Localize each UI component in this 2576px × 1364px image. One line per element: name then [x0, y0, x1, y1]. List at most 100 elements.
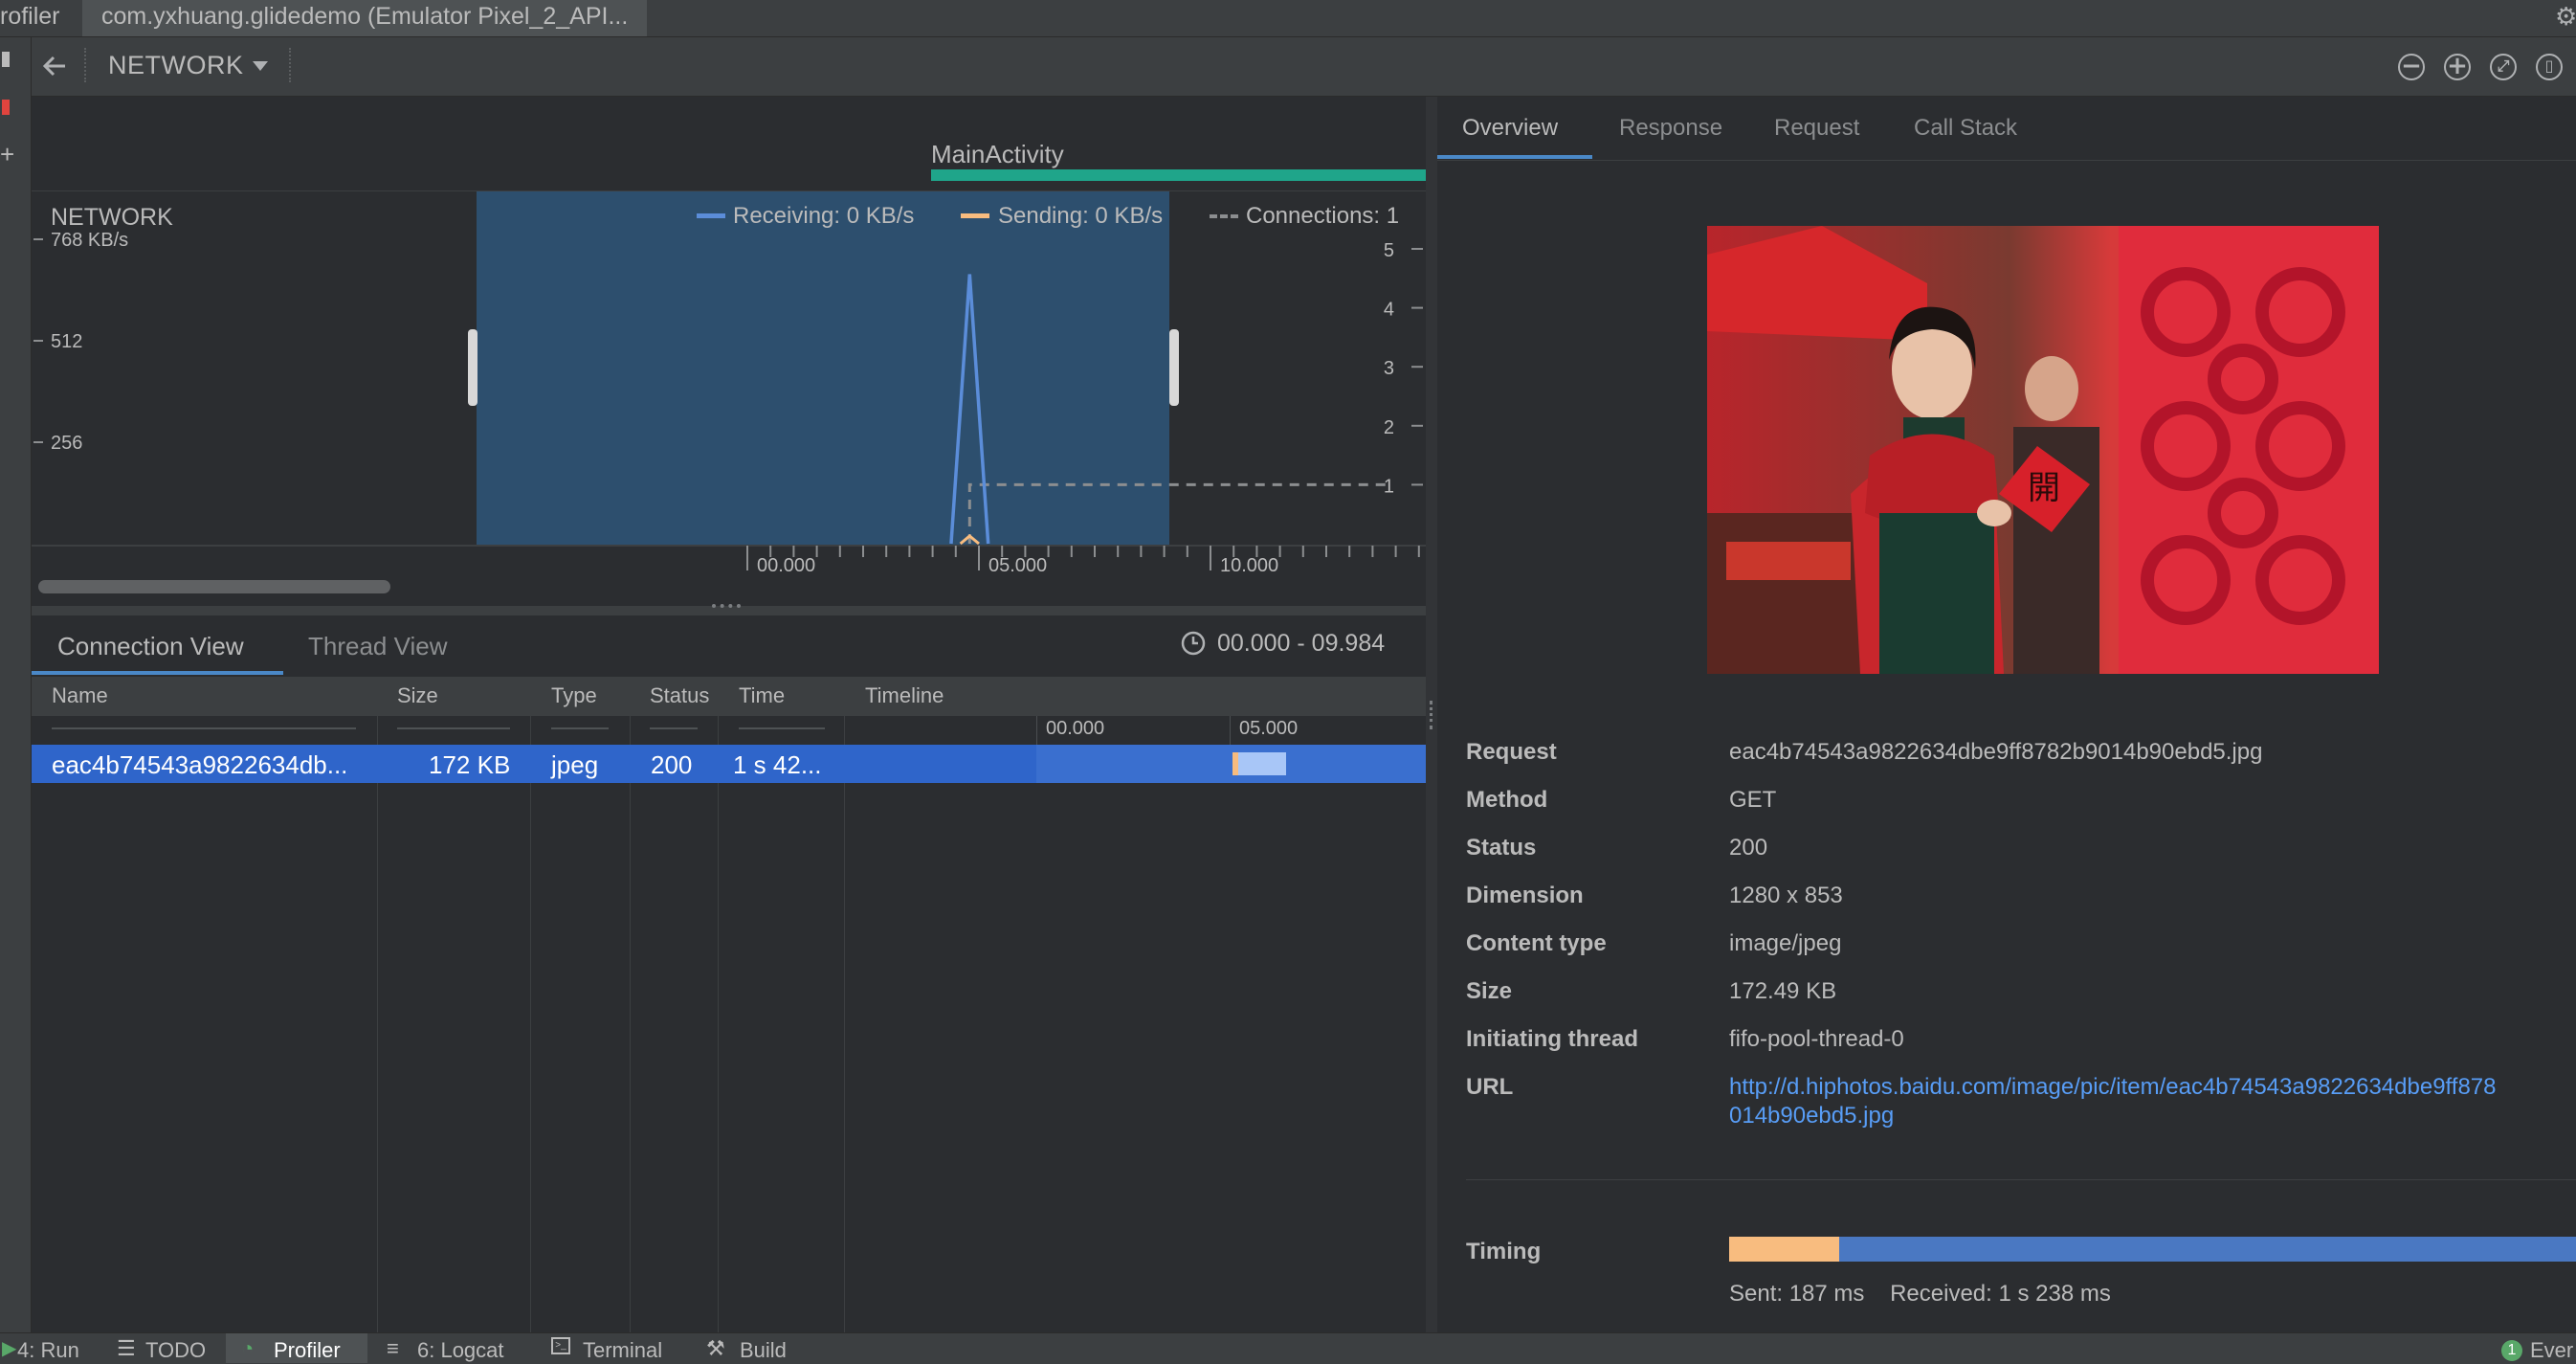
run-icon: ▶: [2, 1338, 17, 1359]
tab-call-stack[interactable]: Call Stack: [1914, 115, 2017, 142]
field-label-status: Status: [1466, 835, 1537, 861]
tab-response[interactable]: Response: [1619, 115, 1722, 142]
field-label-request: Request: [1466, 739, 1557, 765]
field-value-content-type: image/jpeg: [1729, 930, 1842, 956]
splitter-grip-icon[interactable]: [1430, 701, 1432, 729]
column-header-status[interactable]: Status: [650, 683, 709, 708]
activity-name: MainActivity: [931, 140, 1064, 168]
legend-receiving: Receiving: 0 KB/s: [733, 203, 915, 229]
timeline-tick-label: 05.000: [1239, 718, 1299, 739]
build-hammer-icon: ⚒: [706, 1336, 725, 1360]
monitor-selector-label[interactable]: NETWORK: [108, 51, 244, 80]
attach-live-icon[interactable]: ▯: [2536, 54, 2563, 80]
url-link-line2[interactable]: 014b90ebd5.jpg: [1729, 1103, 1894, 1129]
response-image-preview: 開: [1707, 226, 2379, 674]
timing-text: Sent: 187 ms Received: 1 s 238 ms: [1729, 1281, 2111, 1307]
toolbar-separator: [289, 48, 292, 82]
active-tab-indicator: [32, 671, 283, 675]
filter-underline: [551, 727, 609, 729]
y-left-tick-label: 256: [51, 433, 82, 454]
session-tab[interactable]: com.yxhuang.glidedemo (Emulator Pixel_2_…: [82, 0, 647, 36]
field-value-size: 172.49 KB: [1729, 978, 1837, 1004]
field-label-content-type: Content type: [1466, 930, 1607, 956]
connections-series-line: [967, 482, 1390, 544]
legend-sending: Sending: 0 KB/s: [998, 203, 1164, 229]
toolwindow-todo[interactable]: TODO: [145, 1338, 206, 1363]
x-tick-label: 10.000: [1220, 555, 1278, 574]
dropdown-icon[interactable]: [251, 59, 270, 73]
column-header-type[interactable]: Type: [551, 683, 597, 708]
network-chart-svg: 768 KB/s5122565432100.00005.00010.00015: [32, 230, 1426, 574]
toolwindow-run[interactable]: 4: Run: [17, 1338, 79, 1363]
zoom-in-icon[interactable]: +: [2444, 54, 2471, 80]
filter-underline: [52, 727, 356, 729]
field-label-method: Method: [1466, 787, 1548, 813]
y-right-tick-label: 5: [1384, 240, 1394, 261]
reset-zoom-icon[interactable]: ⤢: [2490, 54, 2517, 80]
profiler-toolbar: [32, 37, 2576, 97]
event-count-badge[interactable]: 1: [2501, 1340, 2522, 1361]
timeline-tick-label: 00.000: [1046, 718, 1105, 739]
y-right-tick-label: 2: [1384, 417, 1394, 438]
toolwindow-terminal[interactable]: Terminal: [583, 1338, 662, 1363]
y-right-tick-label: 3: [1384, 358, 1394, 379]
tab-connection-view[interactable]: Connection View: [57, 632, 244, 661]
row-status-cell: 200: [651, 750, 693, 779]
selection-time-range: 00.000 - 09.984: [1217, 630, 1386, 657]
logcat-icon: ≡: [387, 1336, 399, 1360]
field-label-size: Size: [1466, 978, 1513, 1004]
active-tab-indicator: [1437, 155, 1592, 159]
field-value-initiating-thread: fifo-pool-thread-0: [1729, 1026, 1904, 1052]
url-link-line1[interactable]: http://d.hiphotos.baidu.com/image/pic/it…: [1729, 1074, 2497, 1101]
timing-sent-segment: [1729, 1237, 1840, 1262]
settings-gear-icon[interactable]: ⚙: [2555, 2, 2576, 32]
toolwindow-profiler[interactable]: Profiler: [274, 1338, 341, 1363]
column-header-size[interactable]: Size: [397, 683, 438, 708]
column-header-name[interactable]: Name: [52, 683, 108, 708]
row-type-cell: jpeg: [551, 750, 599, 779]
timing-bar: [1729, 1237, 2576, 1262]
x-tick-label: 00.000: [757, 555, 815, 574]
y-right-tick-label: 1: [1384, 476, 1394, 497]
toolwindow-logcat[interactable]: 6: Logcat: [417, 1338, 504, 1363]
tab-thread-view[interactable]: Thread View: [308, 632, 448, 661]
svg-text:開: 開: [2028, 469, 2060, 507]
add-session-icon[interactable]: +: [0, 140, 14, 169]
legend-receiving-swatch: [697, 213, 725, 218]
todo-icon: ☰: [117, 1336, 136, 1360]
activity-lifecycle-bar: [931, 169, 1426, 181]
tab-request[interactable]: Request: [1774, 115, 1859, 142]
legend-connections-swatch: [1210, 214, 1238, 218]
field-value-request: eac4b74543a9822634dbe9ff8782b9014b90ebd5…: [1729, 739, 2263, 765]
recording-indicator-icon[interactable]: [2, 100, 10, 115]
clock-icon: [1181, 631, 1206, 656]
row-time-cell: 1 s 42...: [733, 750, 822, 779]
toolwindow-event-log[interactable]: Ever: [2530, 1338, 2573, 1363]
connections-table-header: [32, 678, 1426, 716]
splitter-grip-icon[interactable]: [712, 604, 741, 608]
timeline-scrollbar-thumb[interactable]: [38, 580, 390, 593]
legend-sending-swatch: [961, 213, 989, 218]
back-arrow-icon[interactable]: [40, 52, 69, 80]
toolwindow-build[interactable]: Build: [740, 1338, 787, 1363]
row-name-cell: eac4b74543a9822634db...: [52, 750, 348, 779]
column-header-time[interactable]: Time: [739, 683, 785, 708]
photo-illustration: 開: [1707, 226, 2379, 674]
stop-session-icon[interactable]: [2, 52, 10, 67]
tab-overview[interactable]: Overview: [1462, 115, 1558, 142]
filter-underline: [739, 727, 825, 729]
toolbar-separator: [84, 48, 87, 82]
section-divider: [1466, 1179, 2576, 1180]
profiler-icon: ◔: [241, 1336, 255, 1360]
column-header-timeline[interactable]: Timeline: [865, 683, 944, 708]
y-right-tick-label: 4: [1384, 300, 1394, 321]
field-label-dimension: Dimension: [1466, 883, 1584, 908]
profiler-tab[interactable]: rofiler: [0, 0, 67, 36]
zoom-out-icon[interactable]: −: [2398, 54, 2425, 80]
timeline-cell: [1036, 745, 1426, 783]
field-value-status: 200: [1729, 835, 1768, 861]
field-value-dimension: 1280 x 853: [1729, 883, 1843, 908]
filter-underline: [397, 727, 510, 729]
profiler-sessions-gutter: [0, 37, 32, 1332]
terminal-icon: >_: [551, 1337, 570, 1354]
